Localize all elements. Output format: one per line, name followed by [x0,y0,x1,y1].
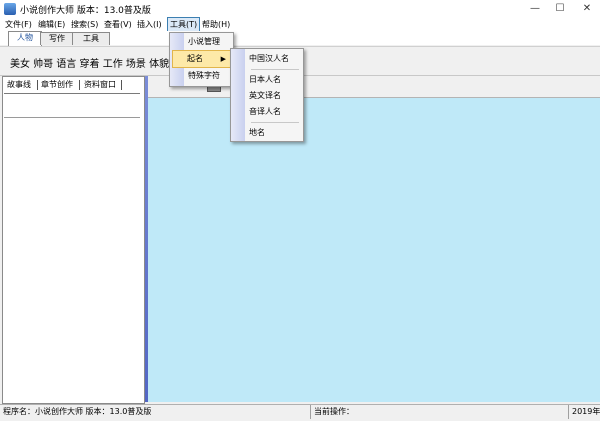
subtab-material[interactable]: 资料窗口 [84,79,116,91]
tools-menu: 小说管理 起名 ▶ 特殊字符 [169,32,234,87]
menu-tools[interactable]: 工具(T) [167,17,201,32]
menu-item-japanese-name[interactable]: 日本人名 [231,72,303,88]
menu-separator [251,122,299,123]
menu-edit[interactable]: 编辑(E) [36,18,67,31]
maximize-button[interactable]: ☐ [549,0,571,18]
panel-divider [4,117,140,118]
window-title: 小说创作大师 版本：13.0普及版 [20,6,151,16]
subtab-storyline[interactable]: 故事线 [7,79,31,91]
menu-file[interactable]: 文件(F) [3,18,34,31]
app-icon [4,3,16,15]
menu-view[interactable]: 查看(V) [102,18,134,31]
close-button[interactable]: ✕ [576,0,598,18]
naming-submenu: 中国汉人名 日本人名 英文译名 音译人名 地名 [230,48,304,142]
subtab-divider [79,80,80,90]
status-separator [310,405,311,419]
submenu-arrow-icon: ▶ [220,55,226,63]
status-operation: 当前操作： [314,407,354,416]
menu-help[interactable]: 帮助(H) [200,18,232,31]
minimize-button[interactable]: — [524,0,546,18]
subtab-chapter[interactable]: 章节创作 [41,79,73,91]
tab-writing[interactable]: 写作 [40,32,74,45]
menu-item-place-name[interactable]: 地名 [231,125,303,141]
status-program: 程序名：小说创作大师 版本：13.0普及版 [3,407,152,416]
status-year: 2019年 [572,407,600,416]
menu-item-naming[interactable]: 起名 ▶ [172,50,231,68]
menu-item-chinese-name[interactable]: 中国汉人名 [231,51,303,67]
subtab-divider [37,80,38,90]
menu-separator [251,69,299,70]
menu-item-transliterated-name[interactable]: 音译人名 [231,104,303,120]
subtab-divider [121,80,122,90]
menu-search[interactable]: 搜索(S) [69,18,100,31]
menu-item-naming-label: 起名 [187,54,203,63]
status-separator [568,405,569,419]
menu-item-special-chars[interactable]: 特殊字符 [170,68,233,84]
subtab-underline [4,93,140,94]
menu-item-english-name[interactable]: 英文译名 [231,88,303,104]
editor-canvas[interactable] [148,98,600,402]
tab-tools[interactable]: 工具 [72,32,110,45]
menu-insert[interactable]: 插入(I) [135,18,164,31]
left-panel [2,76,145,404]
category-links[interactable]: 美女 帅哥 语言 穿着 工作 场景 体貌 [10,55,169,70]
menu-item-novel-manage[interactable]: 小说管理 [170,34,233,50]
